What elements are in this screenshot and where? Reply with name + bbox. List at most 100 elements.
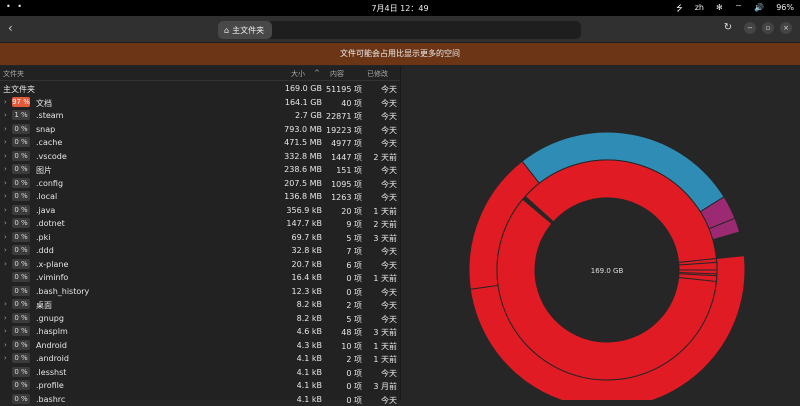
expand-chevron-icon[interactable]: › <box>4 354 7 362</box>
item-size: 332.8 MB <box>284 152 322 161</box>
item-size: 8.2 kB <box>297 314 322 323</box>
list-item[interactable]: ›0 %图片238.6 MB151 项今天 <box>0 163 400 177</box>
list-item[interactable]: 0 %.lesshst4.1 kB0 项今天 <box>0 366 400 380</box>
col-modified[interactable]: 已修改 <box>367 69 388 79</box>
expand-chevron-icon[interactable]: › <box>4 260 7 268</box>
item-name: .dotnet <box>36 219 65 228</box>
percent-badge: 97 % <box>12 97 30 107</box>
breadcrumb-label: 主文件夹 <box>232 25 264 36</box>
item-name: .viminfo <box>36 273 68 282</box>
battery-percent[interactable]: 96% <box>776 3 794 17</box>
system-tray[interactable]: ⭍ zh ✻ ⌔ 🔊 96% <box>676 3 794 17</box>
close-button[interactable]: × <box>780 22 792 34</box>
item-name: snap <box>36 125 55 134</box>
item-size: 164.1 GB <box>285 98 322 107</box>
item-modified: 1 天前 <box>373 354 397 365</box>
list-item[interactable]: ›0 %.java356.9 kB20 项1 天前 <box>0 204 400 218</box>
breadcrumb[interactable]: ⌂ 主文件夹 <box>218 21 272 39</box>
item-name: 文档 <box>36 98 52 109</box>
path-bar[interactable]: ⌂ 主文件夹 <box>218 21 581 39</box>
item-name: 桌面 <box>36 300 52 311</box>
list-item[interactable]: ›0 %snap793.0 MB19223 项今天 <box>0 123 400 137</box>
percent-badge: 0 % <box>12 137 30 147</box>
volume-icon[interactable]: 🔊 <box>754 3 764 17</box>
item-modified: 今天 <box>381 300 397 311</box>
item-size: 32.8 kB <box>292 246 322 255</box>
brightness-icon[interactable]: ✻ <box>716 3 723 17</box>
item-count: 5 项 <box>346 233 362 244</box>
list-item[interactable]: ›0 %.cache471.5 MB4977 项今天 <box>0 136 400 150</box>
list-item[interactable]: ›0 %.x-plane20.7 kB6 项今天 <box>0 258 400 272</box>
list-item[interactable]: 0 %.bash_history12.3 kB0 项今天 <box>0 285 400 299</box>
expand-chevron-icon[interactable]: › <box>4 314 7 322</box>
percent-badge: 0 % <box>12 272 30 282</box>
item-modified: 今天 <box>381 192 397 203</box>
expand-chevron-icon[interactable]: › <box>4 233 7 241</box>
item-size: 69.7 kB <box>292 233 322 242</box>
expand-chevron-icon[interactable]: › <box>4 341 7 349</box>
percent-badge: 0 % <box>12 218 30 228</box>
list-item[interactable]: ›0 %.local136.8 MB1263 项今天 <box>0 190 400 204</box>
item-count: 22871 项 <box>326 111 362 122</box>
list-item[interactable]: ›0 %.gnupg8.2 kB5 项今天 <box>0 312 400 326</box>
item-modified: 1 天前 <box>373 341 397 352</box>
accessibility-icon[interactable]: ⭍ <box>676 3 683 17</box>
expand-chevron-icon[interactable]: › <box>4 111 7 119</box>
list-item[interactable]: ›1 %.steam2.7 GB22871 项今天 <box>0 109 400 123</box>
percent-badge: 0 % <box>12 232 30 242</box>
maximize-button[interactable]: ▫ <box>762 22 774 34</box>
root-row[interactable]: 主文件夹169.0 GB51195 项今天 <box>0 82 400 96</box>
expand-chevron-icon[interactable]: › <box>4 152 7 160</box>
list-item[interactable]: ›0 %.dotnet147.7 kB9 项2 天前 <box>0 217 400 231</box>
item-count: 2 项 <box>346 354 362 365</box>
col-name[interactable]: 文件夹 <box>3 69 24 79</box>
list-item[interactable]: 0 %.profile4.1 kB0 项3 月前 <box>0 379 400 393</box>
percent-badge: 0 % <box>12 124 30 134</box>
expand-chevron-icon[interactable]: › <box>4 138 7 146</box>
list-item[interactable]: ›0 %.ddd32.8 kB7 项今天 <box>0 244 400 258</box>
item-count: 0 项 <box>346 381 362 392</box>
item-modified: 今天 <box>381 368 397 379</box>
col-size[interactable]: 大小 <box>291 69 305 79</box>
back-icon[interactable]: ‹ <box>8 21 13 35</box>
list-item[interactable]: ›0 %.hasplm4.6 kB48 项3 天前 <box>0 325 400 339</box>
minimize-button[interactable]: − <box>744 22 756 34</box>
list-item[interactable]: ›0 %.vscode332.8 MB1447 项2 天前 <box>0 150 400 164</box>
list-item[interactable]: ›0 %.android4.1 kB2 项1 天前 <box>0 352 400 366</box>
list-item[interactable]: ›0 %Android4.3 kB10 项1 天前 <box>0 339 400 353</box>
item-count: 0 项 <box>346 368 362 379</box>
expand-chevron-icon[interactable]: › <box>4 206 7 214</box>
item-name: .steam <box>36 111 63 120</box>
col-contents[interactable]: 内容 <box>330 69 344 79</box>
item-size: 2.7 GB <box>295 111 322 120</box>
expand-chevron-icon[interactable]: › <box>4 165 7 173</box>
item-size: 147.7 kB <box>286 219 322 228</box>
item-modified: 1 天前 <box>373 273 397 284</box>
list-item[interactable]: ›0 %桌面8.2 kB2 项今天 <box>0 298 400 312</box>
column-header: 文件夹 大小 ^ 内容 已修改 <box>0 66 400 81</box>
expand-chevron-icon[interactable]: › <box>4 192 7 200</box>
item-count: 40 项 <box>341 98 362 109</box>
expand-chevron-icon[interactable]: › <box>4 300 7 308</box>
item-name: Android <box>36 341 67 350</box>
expand-chevron-icon[interactable]: › <box>4 219 7 227</box>
expand-chevron-icon[interactable]: › <box>4 246 7 254</box>
expand-chevron-icon[interactable]: › <box>4 327 7 335</box>
expand-chevron-icon[interactable]: › <box>4 125 7 133</box>
item-size: 4.1 kB <box>297 368 322 377</box>
expand-chevron-icon[interactable]: › <box>4 98 7 106</box>
wifi-icon[interactable]: ⌔ <box>735 3 743 17</box>
item-count: 10 项 <box>341 341 362 352</box>
list-item[interactable]: 0 %.bashrc4.1 kB0 项今天 <box>0 393 400 406</box>
item-modified: 2 天前 <box>373 219 397 230</box>
percent-badge: 0 % <box>12 380 30 390</box>
input-method-indicator[interactable]: zh <box>695 3 704 17</box>
list-item[interactable]: ›97 %文档164.1 GB40 项今天 <box>0 96 400 110</box>
item-size: 12.3 kB <box>292 287 322 296</box>
list-item[interactable]: 0 %.viminfo16.4 kB0 项1 天前 <box>0 271 400 285</box>
list-item[interactable]: ›0 %.config207.5 MB1095 项今天 <box>0 177 400 191</box>
list-item[interactable]: ›0 %.pki69.7 kB5 项3 天前 <box>0 231 400 245</box>
refresh-icon[interactable]: ↻ <box>722 22 734 34</box>
percent-badge: 1 % <box>12 110 30 120</box>
expand-chevron-icon[interactable]: › <box>4 179 7 187</box>
